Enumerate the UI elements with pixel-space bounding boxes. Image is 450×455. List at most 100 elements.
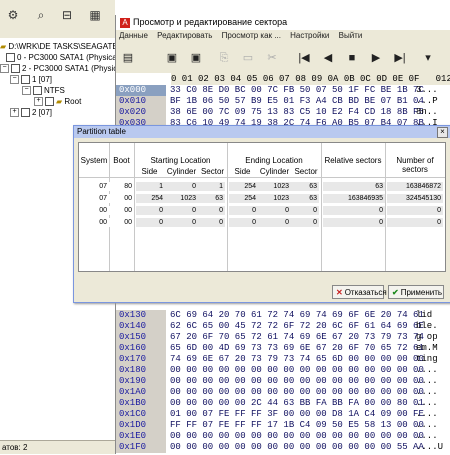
partition-cell-e-side[interactable]: 254 (229, 182, 258, 191)
hex-bytes[interactable]: 00 00 00 00 00 00 00 00 00 00 00 00 00 0… (170, 442, 424, 453)
partition-cell-rel[interactable]: 63 (323, 182, 385, 191)
partition-cell-s-sec[interactable]: 0 (198, 206, 225, 215)
menu-view-as[interactable]: Просмотр как ... (222, 31, 281, 40)
hex-row[interactable]: 0x1C0 01 00 07 FE FF FF 3F 00 00 00 D8 1A… (116, 409, 450, 420)
partition-cell-boot[interactable]: 00 (109, 206, 134, 215)
hex-ascii[interactable]: g op (416, 332, 438, 343)
copy-icon[interactable]: ⎘ (216, 50, 232, 66)
hex-ascii[interactable]: .... (416, 431, 438, 442)
apply-button[interactable]: ✔ Применить (388, 285, 444, 299)
partition-cell-e-cyl[interactable]: 1023 (258, 194, 291, 203)
partition-cell-e-cyl[interactable]: 0 (258, 206, 291, 215)
partition-cell-rel[interactable]: 0 (323, 206, 385, 215)
hex-row[interactable]: 0x020 38 6E 00 7C 09 75 13 83 C5 10 E2 F4… (116, 107, 450, 118)
tree-item-partition2[interactable]: +2 [07] (10, 107, 52, 118)
menu-exit[interactable]: Выйти (339, 31, 363, 40)
prev-sector-icon[interactable]: ◀ (320, 50, 336, 66)
hex-row[interactable]: 0x000 33 C0 8E D0 BC 00 7C FB 50 07 50 1F… (116, 85, 450, 96)
tree-item-ntfs[interactable]: − NTFS (22, 85, 65, 96)
partition-cell-s-sec[interactable]: 1 (198, 182, 225, 191)
partition-cell-system[interactable]: 00 (79, 218, 109, 227)
hex-ascii[interactable]: ...P (416, 96, 438, 107)
checkbox[interactable] (33, 86, 42, 96)
partition-cell-s-cyl[interactable]: 0 (165, 218, 198, 227)
collapse-icon[interactable]: − (0, 64, 9, 74)
hex-ascii[interactable]: .... (416, 398, 438, 409)
next-sector-icon[interactable]: ▶ (368, 50, 384, 66)
tree-item-disk2[interactable]: −2 - PC3000 SATA1 (PhysicalSe (0, 63, 133, 74)
cancel-button[interactable]: ✕ Отказаться (332, 285, 387, 299)
partition-cell-s-cyl[interactable]: 0 (165, 182, 198, 191)
partition-cell-rel[interactable]: 0 (323, 218, 385, 227)
binoculars-icon[interactable]: ⌕ (32, 6, 50, 24)
partition-cell-e-sec[interactable]: 63 (291, 182, 319, 191)
hex-bytes[interactable]: 00 00 00 00 00 00 00 00 00 00 00 00 00 0… (170, 431, 424, 442)
hex-row[interactable]: 0x180 00 00 00 00 00 00 00 00 00 00 00 00… (116, 365, 450, 376)
partition-cell-s-cyl[interactable]: 1023 (165, 194, 198, 203)
disk-icon[interactable]: ⊟ (58, 6, 76, 24)
partition-cell-num[interactable]: 163846872 (387, 182, 443, 191)
settings-tool-icon[interactable]: ⚙ (4, 6, 22, 24)
menu-data[interactable]: Данные (119, 31, 148, 40)
partition-cell-e-sec[interactable]: 63 (291, 194, 319, 203)
hex-ascii[interactable]: ....U (416, 442, 443, 453)
hex-row[interactable]: 0x130 6C 69 64 20 70 61 72 74 69 74 69 6F… (116, 310, 450, 321)
checkbox[interactable] (21, 108, 30, 118)
tree-root-path[interactable]: ▰ D:\WRK\DE TASKS\SEAGATE 25 (0, 41, 129, 52)
hex-ascii[interactable]: lid (416, 310, 432, 321)
partition-cell-s-sec[interactable]: 0 (198, 218, 225, 227)
goto-icon[interactable]: ▾ (420, 50, 436, 66)
partition-cell-system[interactable]: 07 (79, 182, 109, 191)
hex-row[interactable]: 0x1D0 FF FF 07 FE FF FF 17 1B C4 09 50 E5… (116, 420, 450, 431)
hex-row[interactable]: 0x150 67 20 6F 70 65 72 61 74 69 6E 67 20… (116, 332, 450, 343)
menu-settings[interactable]: Настройки (290, 31, 329, 40)
hex-bytes[interactable]: 00 00 00 00 00 2C 44 63 BB FA BB FA 00 0… (170, 398, 424, 409)
expand-icon[interactable]: + (34, 97, 43, 107)
sector-icon[interactable]: ▦ (86, 6, 104, 24)
partition-cell-s-cyl[interactable]: 0 (165, 206, 198, 215)
hex-bytes[interactable]: BF 1B 06 50 57 B9 E5 01 F3 A4 CB BD BE 0… (170, 96, 424, 107)
hex-bytes[interactable]: 6C 69 64 20 70 61 72 74 69 74 69 6F 6E 2… (170, 310, 424, 321)
partition-cell-e-side[interactable]: 254 (229, 194, 258, 203)
hex-row[interactable]: 0x1E0 00 00 00 00 00 00 00 00 00 00 00 00… (116, 431, 450, 442)
partition-cell-num[interactable]: 324545130 (387, 194, 443, 203)
hex-row[interactable]: 0x1F0 00 00 00 00 00 00 00 00 00 00 00 00… (116, 442, 450, 453)
open-sector-icon[interactable]: ▤ (120, 50, 136, 66)
hex-row[interactable]: 0x1A0 00 00 00 00 00 00 00 00 00 00 00 00… (116, 387, 450, 398)
expand-icon[interactable]: + (10, 108, 19, 118)
hex-ascii[interactable]: .... (416, 420, 438, 431)
paste-icon[interactable]: ▭ (240, 50, 256, 66)
checkbox[interactable] (6, 53, 15, 63)
partition-cell-e-side[interactable]: 0 (229, 218, 258, 227)
hex-bytes[interactable]: 65 6D 00 4D 69 73 73 69 6E 67 20 6F 70 6… (170, 343, 424, 354)
partition-cell-rel[interactable]: 163846935 (323, 194, 385, 203)
hex-ascii[interactable]: .... (416, 376, 438, 387)
cut-icon[interactable]: ✂ (264, 50, 280, 66)
hex-ascii[interactable]: ting (416, 354, 438, 365)
hex-ascii[interactable]: 8n.. (416, 107, 438, 118)
hex-bytes[interactable]: 67 20 6F 70 65 72 61 74 69 6E 67 20 73 7… (170, 332, 424, 343)
hex-bytes[interactable]: 00 00 00 00 00 00 00 00 00 00 00 00 00 0… (170, 376, 424, 387)
hex-bytes[interactable]: 00 00 00 00 00 00 00 00 00 00 00 00 00 0… (170, 387, 424, 398)
hex-ascii[interactable]: .... (416, 409, 438, 420)
checkbox[interactable] (45, 97, 54, 107)
hex-ascii[interactable]: .... (416, 387, 438, 398)
hex-row[interactable]: 0x170 74 69 6E 67 20 73 79 73 74 65 6D 00… (116, 354, 450, 365)
tree-item-disk0[interactable]: 0 - PC3000 SATA1 (PhysicalSe (6, 52, 128, 63)
partition-cell-s-side[interactable]: 1 (136, 182, 165, 191)
hex-row[interactable]: 0x190 00 00 00 00 00 00 00 00 00 00 00 00… (116, 376, 450, 387)
partition-cell-boot[interactable]: 00 (109, 218, 134, 227)
checkbox[interactable] (21, 75, 30, 85)
hex-row[interactable]: 0x1B0 00 00 00 00 00 2C 44 63 BB FA BB FA… (116, 398, 450, 409)
partition-cell-boot[interactable]: 80 (109, 182, 134, 191)
partition-cell-num[interactable]: 0 (387, 206, 443, 215)
partition-cell-boot[interactable]: 00 (109, 194, 134, 203)
collapse-icon[interactable]: − (10, 75, 19, 85)
checkbox[interactable] (11, 64, 20, 74)
menu-edit[interactable]: Редактировать (157, 31, 212, 40)
hex-bytes[interactable]: 33 C0 8E D0 BC 00 7C FB 50 07 50 1F FC B… (170, 85, 424, 96)
first-sector-icon[interactable]: |◀ (296, 50, 312, 66)
hex-bytes[interactable]: 00 00 00 00 00 00 00 00 00 00 00 00 00 0… (170, 365, 424, 376)
hex-row[interactable]: 0x010 BF 1B 06 50 57 B9 E5 01 F3 A4 CB BD… (116, 96, 450, 107)
collapse-icon[interactable]: − (22, 86, 31, 96)
